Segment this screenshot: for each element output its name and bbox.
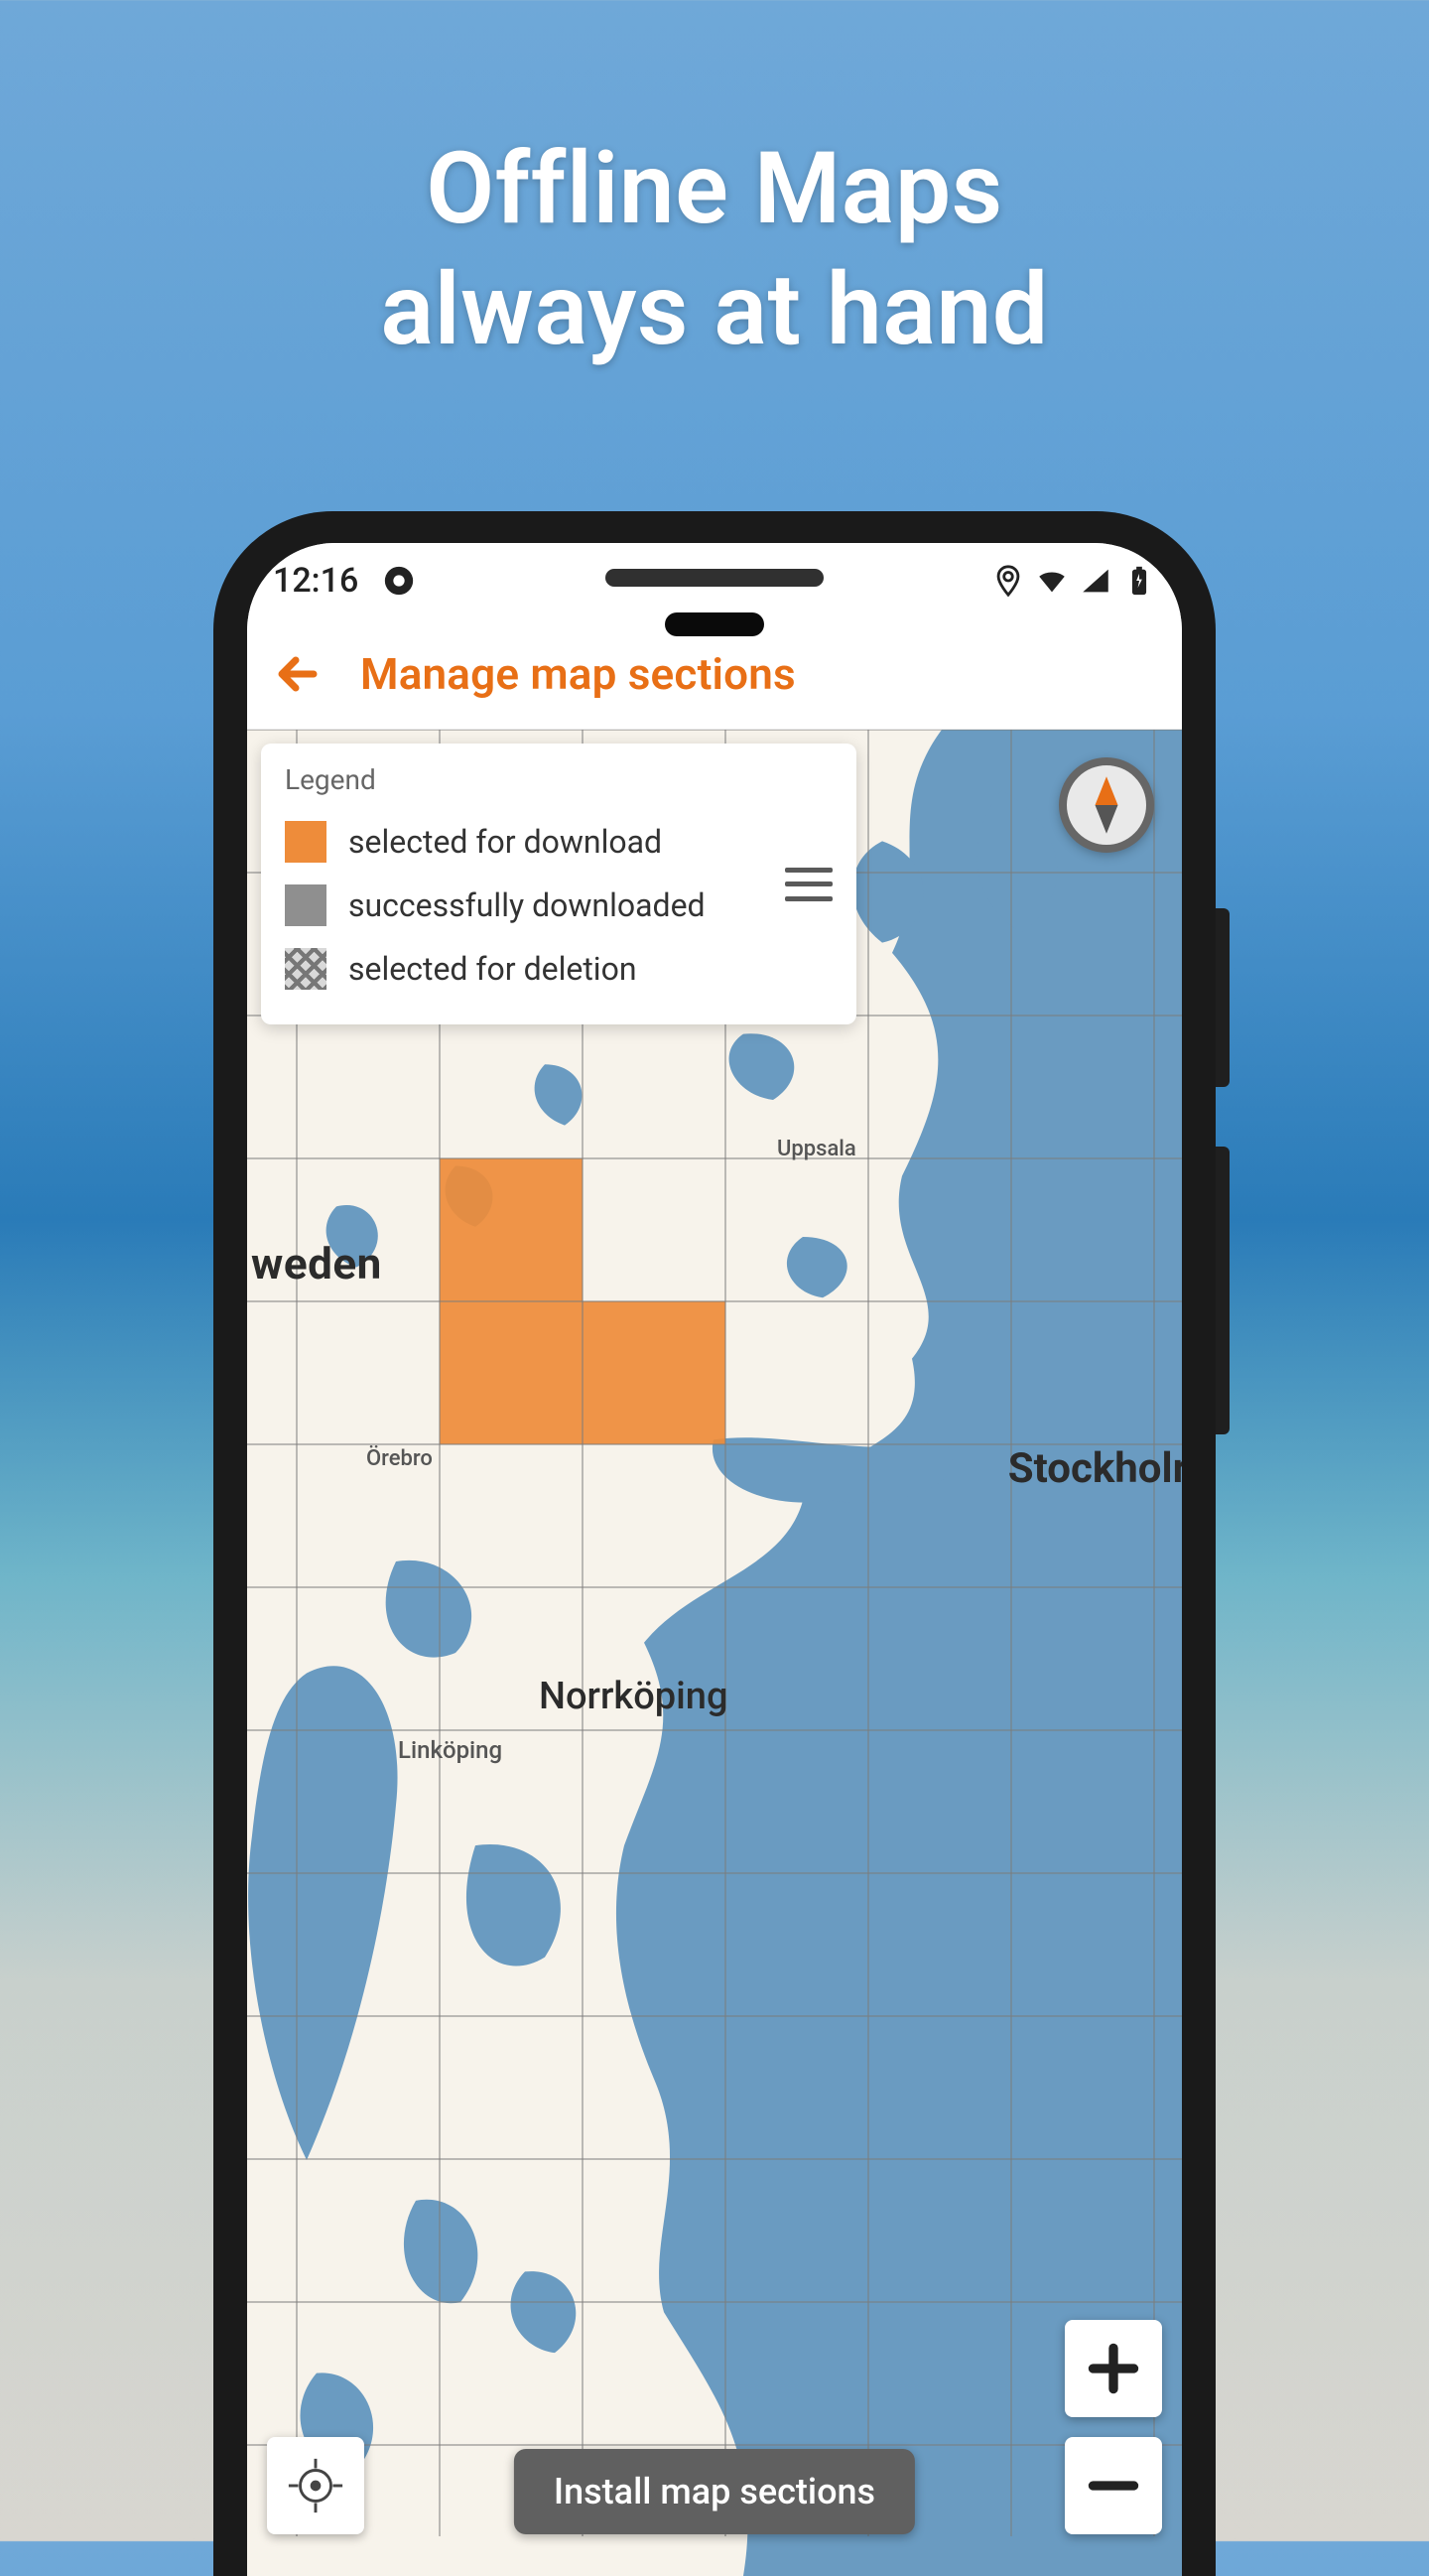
locate-me-button[interactable] <box>267 2437 364 2534</box>
drag-handle-icon[interactable] <box>785 868 833 901</box>
legend-row: successfully downloaded <box>285 874 833 937</box>
legend-label: successfully downloaded <box>348 886 706 924</box>
phone-sensor <box>665 612 764 636</box>
map-canvas[interactable]: weden Stockholr Norrköping Linköping Öre… <box>247 730 1182 2576</box>
cell-icon <box>1079 564 1112 598</box>
location-icon <box>991 564 1025 598</box>
legend-row: selected for deletion <box>285 937 833 1001</box>
map-label-norrkoping: Norrköping <box>539 1675 728 1718</box>
legend-swatch-selected-download <box>285 821 326 863</box>
legend-title: Legend <box>285 763 833 796</box>
app-bar-title: Manage map sections <box>360 648 796 700</box>
legend-swatch-downloaded <box>285 884 326 926</box>
phone-side-button <box>1216 1147 1230 1434</box>
wifi-icon <box>1035 564 1069 598</box>
map-label-sweden: weden <box>247 1238 382 1289</box>
map-label-uppsala: Uppsala <box>777 1137 856 1161</box>
hero-line-1: Offline Maps <box>0 129 1429 250</box>
legend-swatch-selected-delete <box>285 948 326 990</box>
legend-label: selected for download <box>348 823 662 861</box>
phone-side-button <box>1216 908 1230 1087</box>
map-label-stockholm: Stockholr <box>1008 1444 1182 1493</box>
privacy-icon <box>382 564 416 598</box>
status-bar: 12:16 <box>247 543 1182 618</box>
screen: 12:16 Manage map sections <box>247 543 1182 2576</box>
battery-icon <box>1122 564 1156 598</box>
zoom-out-button[interactable] <box>1065 2437 1162 2534</box>
install-map-sections-button[interactable]: Install map sections <box>514 2449 915 2534</box>
legend-panel: Legend selected for download successfull… <box>261 744 856 1024</box>
compass-button[interactable] <box>1059 757 1154 853</box>
legend-label: selected for deletion <box>348 950 637 988</box>
map-label-orebro: Örebro <box>366 1446 433 1471</box>
hero-line-2: always at hand <box>0 250 1429 371</box>
map-label-linkoping: Linköping <box>398 1736 502 1764</box>
legend-row: selected for download <box>285 810 833 874</box>
back-button[interactable] <box>269 645 326 703</box>
phone-frame: 12:16 Manage map sections <box>213 511 1216 2576</box>
status-time: 12:16 <box>273 561 358 601</box>
zoom-in-button[interactable] <box>1065 2320 1162 2417</box>
hero-title: Offline Maps always at hand <box>0 129 1429 371</box>
